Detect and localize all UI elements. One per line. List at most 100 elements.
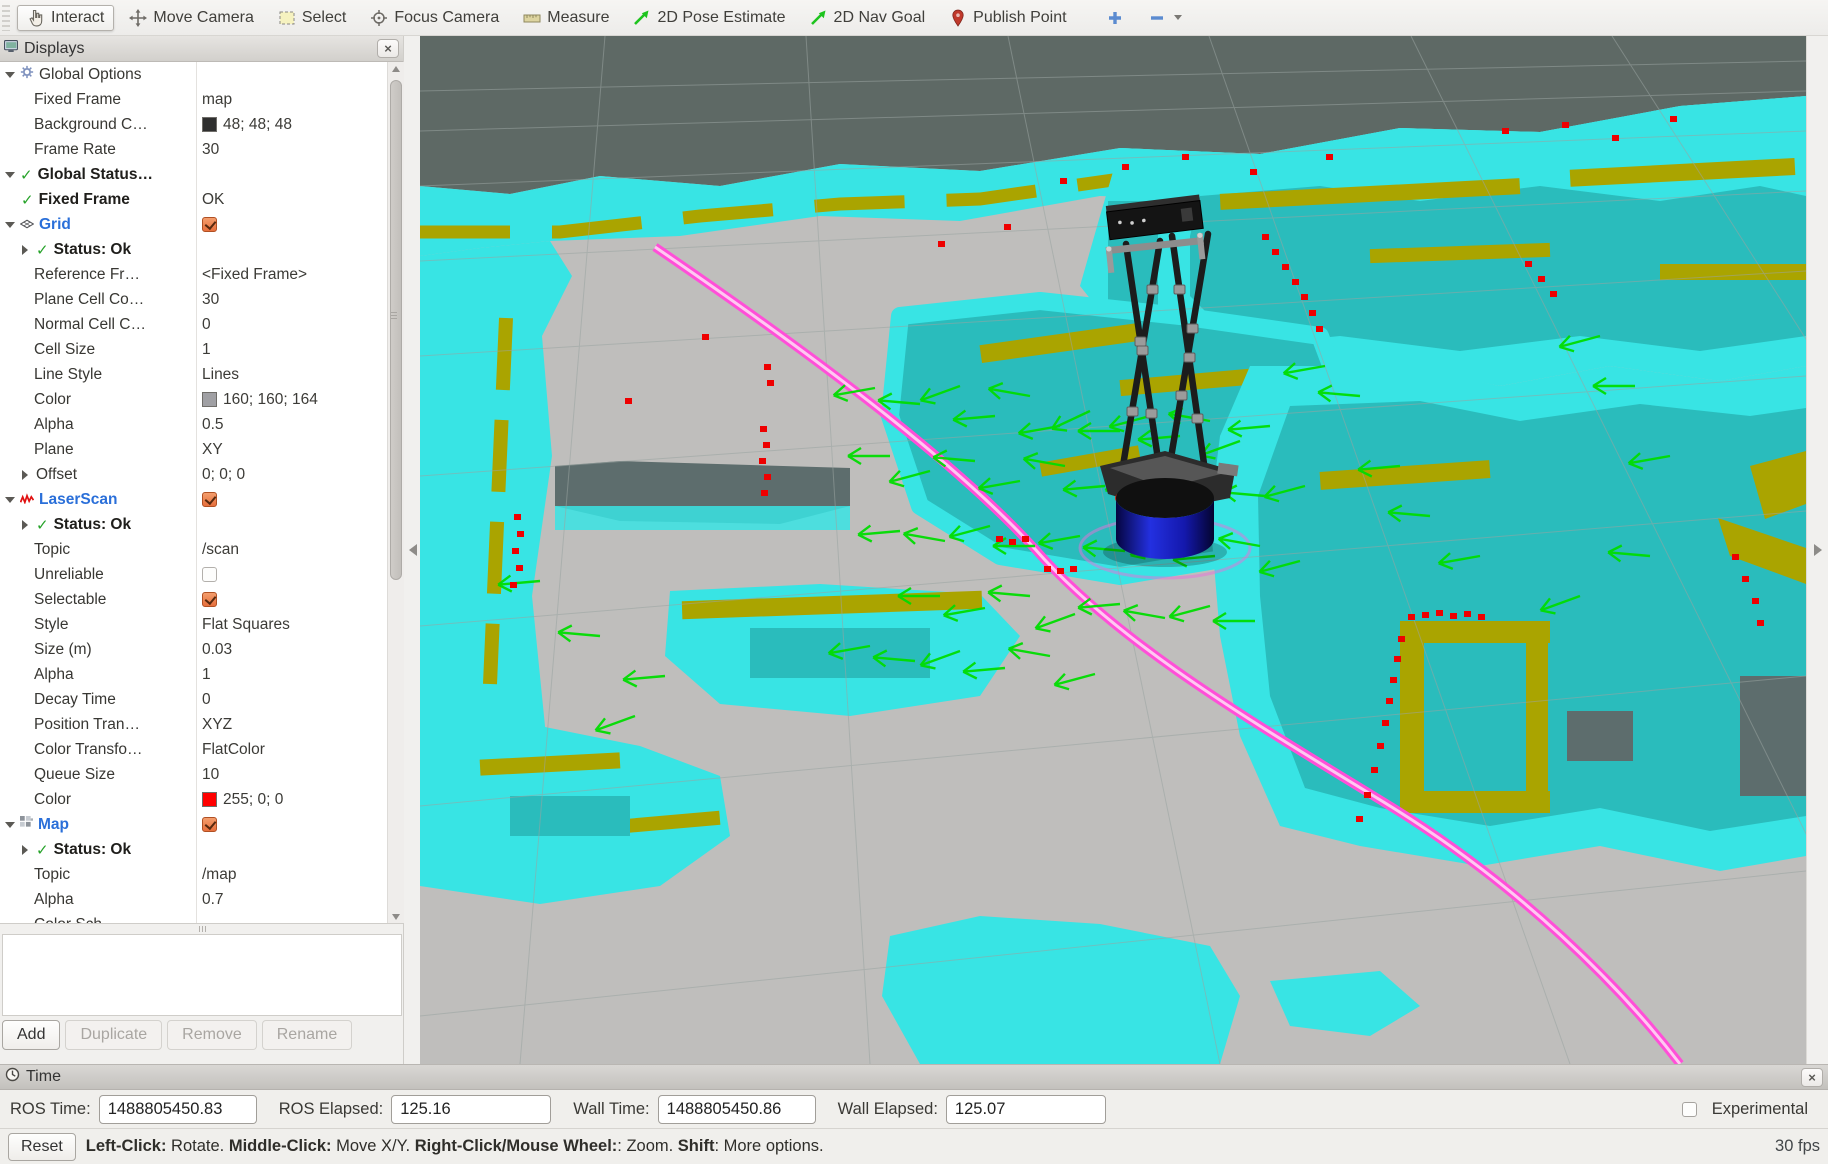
- enabled-checkbox[interactable]: [202, 217, 217, 232]
- property-value[interactable]: 0.5: [202, 416, 224, 434]
- property-value[interactable]: /map: [202, 866, 236, 884]
- remove-button[interactable]: Remove: [167, 1020, 257, 1050]
- tree-row-global-options[interactable]: Global Options: [0, 62, 387, 87]
- property-value[interactable]: 48; 48; 48: [223, 116, 292, 134]
- tree-row-property[interactable]: Position Tran… XYZ: [0, 712, 387, 737]
- tree-row-property[interactable]: Reference Fr… <Fixed Frame>: [0, 262, 387, 287]
- tree-scrollbar[interactable]: [387, 62, 404, 924]
- unreliable-checkbox[interactable]: [202, 567, 217, 582]
- interact-tool-button[interactable]: Interact: [17, 5, 114, 31]
- tree-row-property[interactable]: Color 160; 160; 164: [0, 387, 387, 412]
- tree-row-status[interactable]: ✓ Status: Ok: [0, 512, 387, 537]
- ros-elapsed-input[interactable]: [391, 1095, 551, 1124]
- property-value[interactable]: <Fixed Frame>: [202, 266, 307, 284]
- expander-icon[interactable]: [5, 172, 15, 183]
- tree-row-property[interactable]: Cell Size 1: [0, 337, 387, 362]
- expander-icon[interactable]: [5, 222, 15, 233]
- scroll-up-icon[interactable]: [392, 66, 400, 72]
- tree-row-property[interactable]: Background C… 48; 48; 48: [0, 112, 387, 137]
- focus-camera-tool-button[interactable]: Focus Camera: [361, 6, 508, 30]
- tree-row-property[interactable]: Line Style Lines: [0, 362, 387, 387]
- tree-row-property[interactable]: Plane XY: [0, 437, 387, 462]
- tree-row-property[interactable]: Decay Time 0: [0, 687, 387, 712]
- tree-row-status[interactable]: ✓ Status: Ok: [0, 837, 387, 862]
- right-splitter[interactable]: [1806, 36, 1828, 1064]
- remove-tool-button[interactable]: [1139, 6, 1191, 30]
- expander-icon[interactable]: [22, 470, 33, 480]
- collapse-right-icon[interactable]: [1814, 544, 1822, 556]
- tree-row-property[interactable]: Color 255; 0; 0: [0, 787, 387, 812]
- property-value[interactable]: 10: [202, 766, 219, 784]
- wall-time-input[interactable]: [658, 1095, 816, 1124]
- select-tool-button[interactable]: Select: [269, 6, 355, 30]
- property-value[interactable]: 0: [202, 316, 211, 334]
- color-swatch[interactable]: [202, 117, 217, 132]
- tree-row-property[interactable]: Alpha 0.5: [0, 412, 387, 437]
- tree-row-global-status[interactable]: ✓ Global Status…: [0, 162, 387, 187]
- tree-row-property[interactable]: Color Sch…: [0, 912, 387, 924]
- expander-icon[interactable]: [22, 520, 33, 530]
- tree-row-grid-display[interactable]: Grid: [0, 212, 387, 237]
- tree-row-property[interactable]: Offset 0; 0; 0: [0, 462, 387, 487]
- tree-row-property[interactable]: Plane Cell Co… 30: [0, 287, 387, 312]
- nav-goal-tool-button[interactable]: 2D Nav Goal: [801, 6, 935, 30]
- add-button[interactable]: Add: [2, 1020, 60, 1050]
- panel-splitter-handle[interactable]: [0, 924, 404, 934]
- property-value[interactable]: FlatColor: [202, 741, 265, 759]
- displays-panel-header[interactable]: Displays ×: [0, 36, 403, 62]
- tree-row-property[interactable]: Normal Cell C… 0: [0, 312, 387, 337]
- expander-icon[interactable]: [22, 245, 33, 255]
- tree-row-property[interactable]: Alpha 0.7: [0, 887, 387, 912]
- expander-icon[interactable]: [5, 72, 15, 83]
- property-value[interactable]: 1: [202, 666, 211, 684]
- property-value[interactable]: 30: [202, 291, 219, 309]
- tree-row-property[interactable]: Selectable: [0, 587, 387, 612]
- property-value[interactable]: /scan: [202, 541, 239, 559]
- property-value[interactable]: 160; 160; 164: [223, 391, 318, 409]
- tree-row-property[interactable]: Topic /scan: [0, 537, 387, 562]
- rename-button[interactable]: Rename: [262, 1020, 352, 1050]
- toolbar-grip[interactable]: [2, 5, 10, 31]
- tree-row-laserscan-display[interactable]: LaserScan: [0, 487, 387, 512]
- tree-row-property[interactable]: Color Transfo… FlatColor: [0, 737, 387, 762]
- close-icon[interactable]: ×: [1801, 1068, 1823, 1087]
- add-tool-button[interactable]: [1097, 6, 1133, 30]
- ros-time-input[interactable]: [99, 1095, 257, 1124]
- tree-row-status[interactable]: ✓ Status: Ok: [0, 237, 387, 262]
- left-splitter[interactable]: [405, 36, 420, 1064]
- collapse-left-icon[interactable]: [409, 544, 417, 556]
- tree-row-status[interactable]: ✓ Fixed Frame OK: [0, 187, 387, 212]
- tree-row-property[interactable]: Topic /map: [0, 862, 387, 887]
- selectable-checkbox[interactable]: [202, 592, 217, 607]
- property-value[interactable]: map: [202, 91, 232, 109]
- experimental-checkbox[interactable]: [1682, 1102, 1697, 1117]
- move-camera-tool-button[interactable]: Move Camera: [120, 6, 262, 30]
- tree-row-property[interactable]: Size (m) 0.03: [0, 637, 387, 662]
- property-value[interactable]: XYZ: [202, 716, 232, 734]
- enabled-checkbox[interactable]: [202, 817, 217, 832]
- color-swatch[interactable]: [202, 792, 217, 807]
- enabled-checkbox[interactable]: [202, 492, 217, 507]
- time-panel-header[interactable]: Time ×: [0, 1064, 1828, 1090]
- property-value[interactable]: 30: [202, 141, 219, 159]
- tree-row-property[interactable]: Fixed Frame map: [0, 87, 387, 112]
- expander-icon[interactable]: [5, 497, 15, 508]
- duplicate-button[interactable]: Duplicate: [65, 1020, 162, 1050]
- tree-row-property[interactable]: Alpha 1: [0, 662, 387, 687]
- pose-estimate-tool-button[interactable]: 2D Pose Estimate: [624, 6, 794, 30]
- tree-row-map-display[interactable]: Map: [0, 812, 387, 837]
- tree-row-property[interactable]: Style Flat Squares: [0, 612, 387, 637]
- property-value[interactable]: Flat Squares: [202, 616, 290, 634]
- property-value[interactable]: 255; 0; 0: [223, 791, 283, 809]
- expander-icon[interactable]: [22, 845, 33, 855]
- property-value[interactable]: 0.7: [202, 891, 224, 909]
- tree-row-property[interactable]: Queue Size 10: [0, 762, 387, 787]
- scroll-down-icon[interactable]: [392, 914, 400, 920]
- property-value[interactable]: 1: [202, 341, 211, 359]
- property-value[interactable]: XY: [202, 441, 223, 459]
- expander-icon[interactable]: [5, 822, 15, 833]
- tree-row-property[interactable]: Unreliable: [0, 562, 387, 587]
- reset-button[interactable]: Reset: [8, 1133, 76, 1161]
- scrollbar-thumb[interactable]: [390, 80, 402, 580]
- property-value[interactable]: Lines: [202, 366, 239, 384]
